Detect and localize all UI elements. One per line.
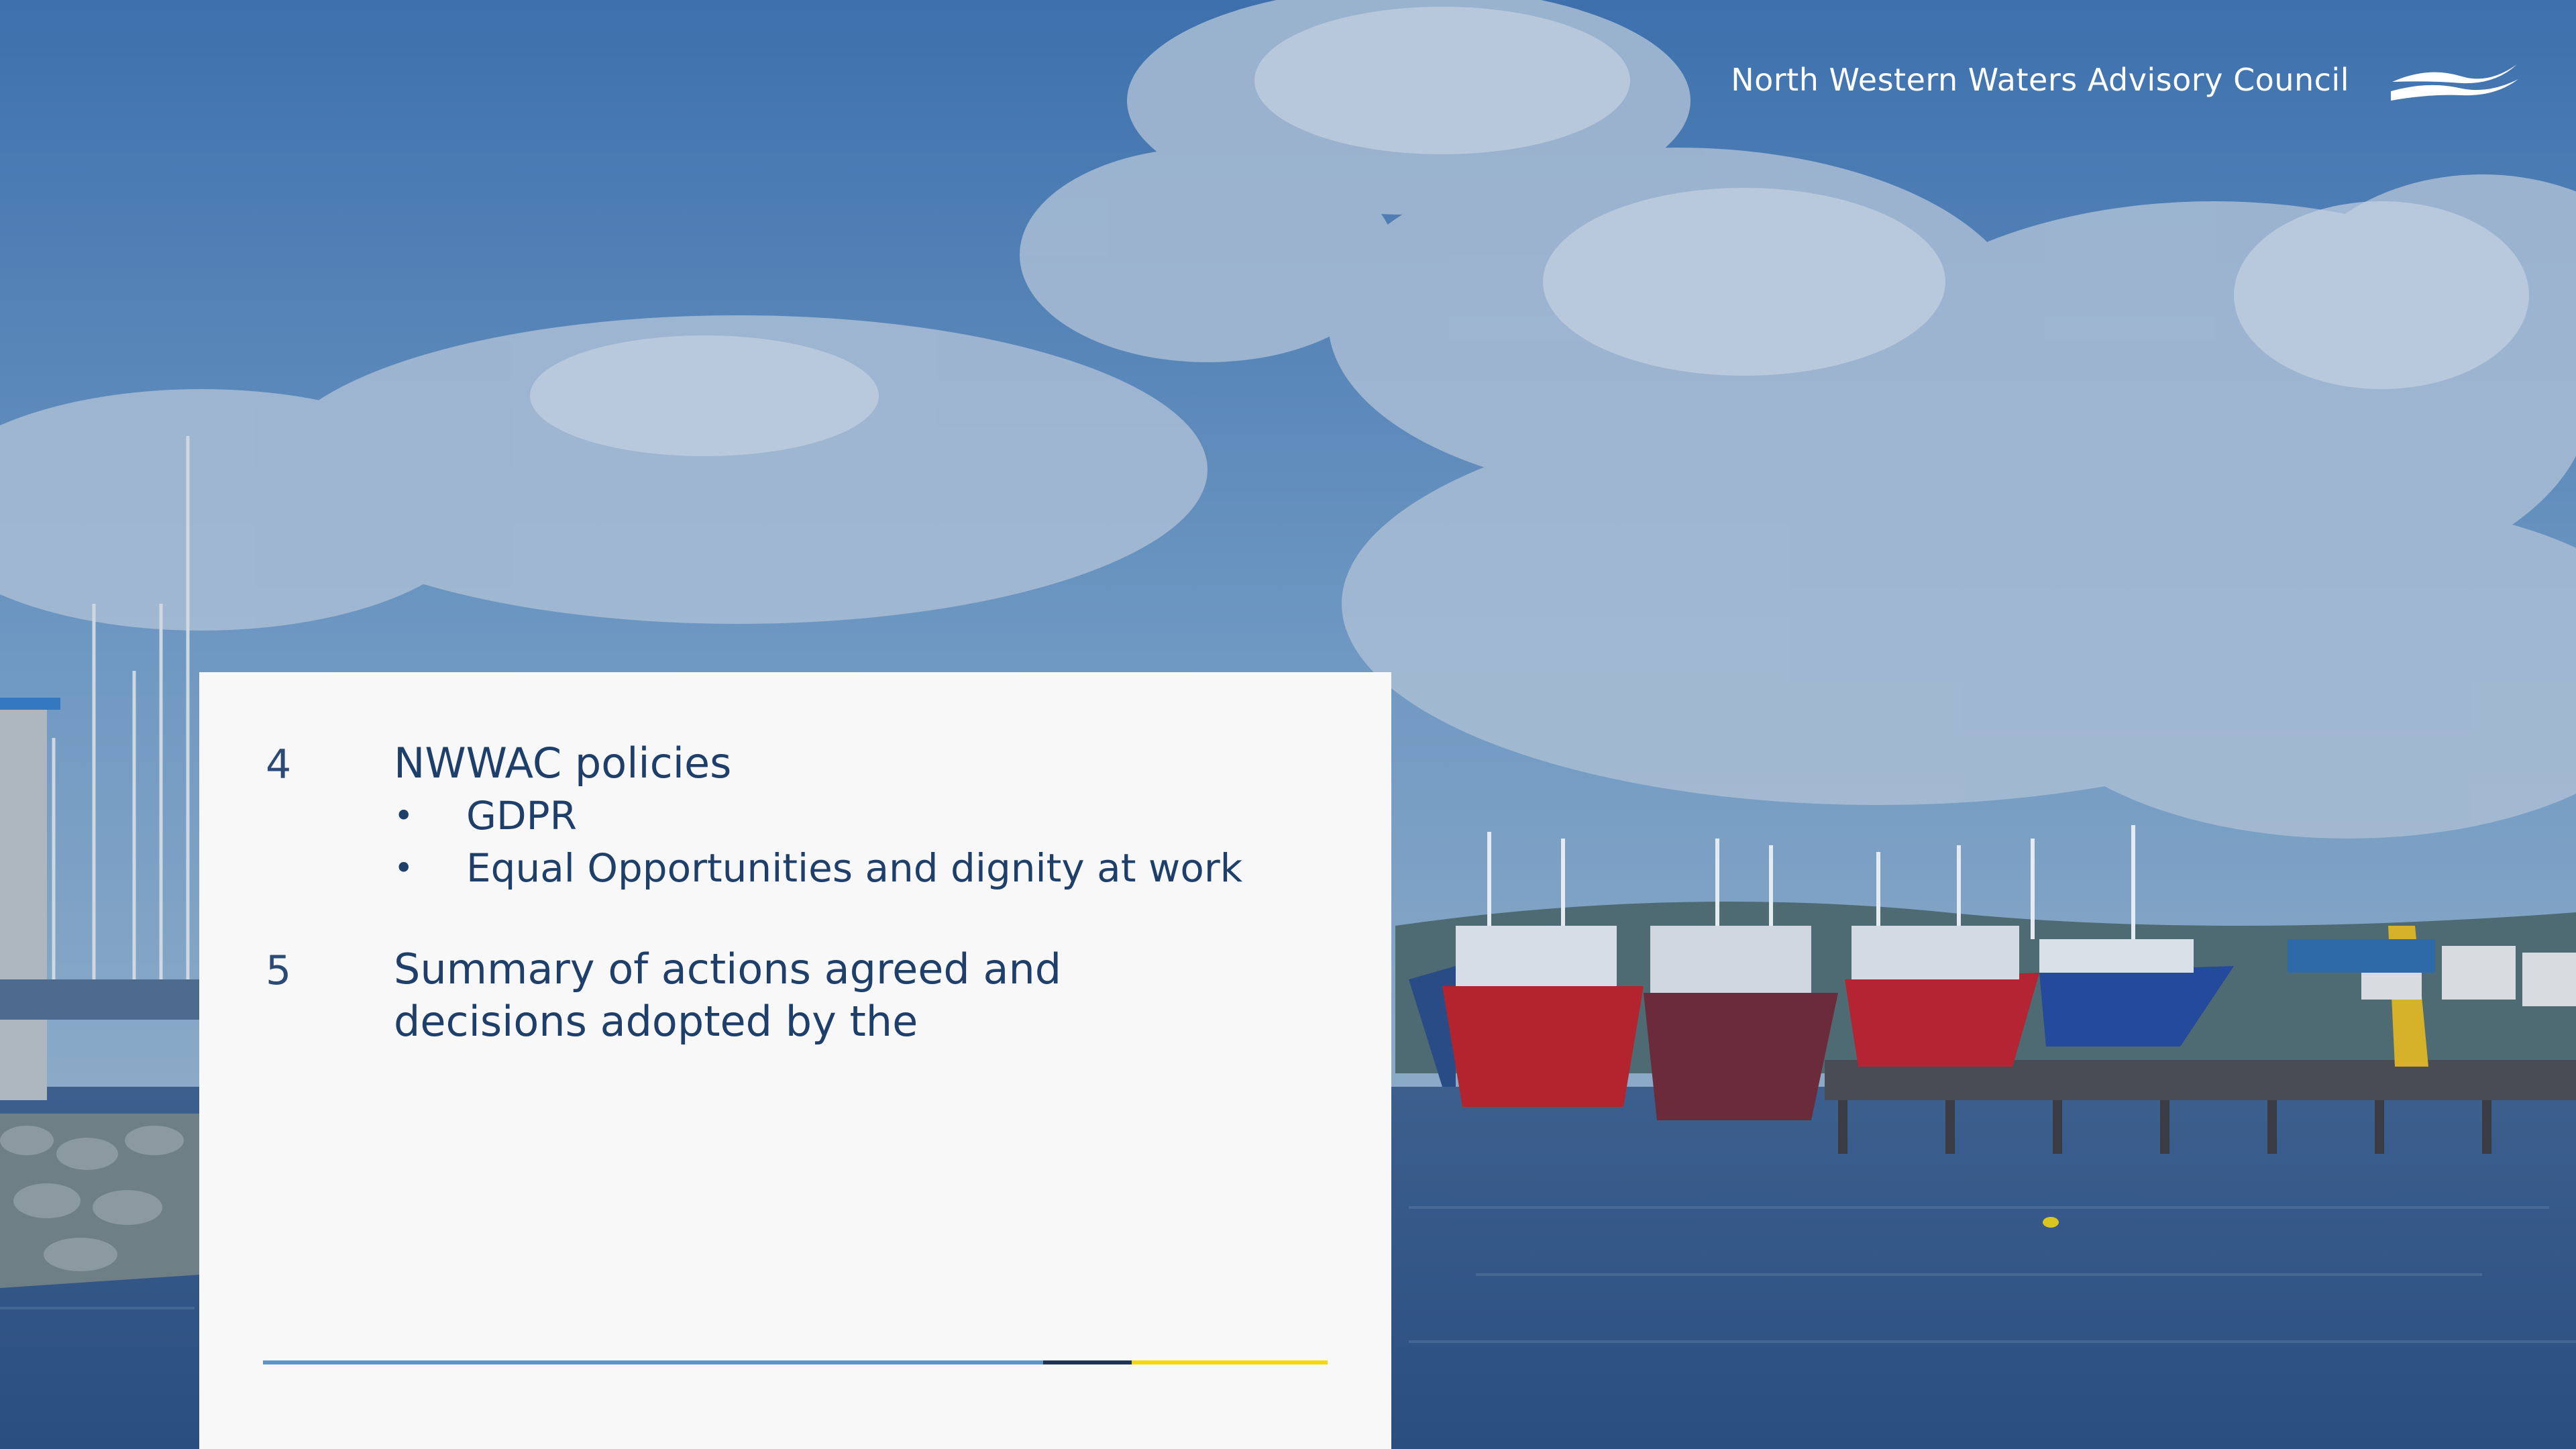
bullet-item: • Equal Opportunities and dignity at work [394,842,1242,894]
organization-name: North Western Waters Advisory Council [1731,62,2349,98]
agenda-item-number: 4 [266,741,292,788]
divider-segment-blue [263,1360,1043,1364]
divider-segment-navy [1043,1360,1132,1364]
agenda-item-title: Summary of actions agreed and decisions … [394,945,1062,1046]
agenda-card: 4 NWWAC policies • GDPR • Equal Opportunit… [199,672,1391,1449]
tricolor-divider [263,1360,1328,1364]
agenda-item-title: NWWAC policies [394,739,732,788]
bullet-icon: • [394,849,414,888]
agenda-item-number: 5 [266,947,292,994]
bullet-icon: • [394,796,414,835]
divider-segment-yellow [1132,1360,1328,1364]
bullet-item: • GDPR [394,790,1242,842]
agenda-item-bullets: • GDPR • Equal Opportunities and dignity a… [394,790,1242,894]
waves-logo-icon [2391,64,2518,101]
